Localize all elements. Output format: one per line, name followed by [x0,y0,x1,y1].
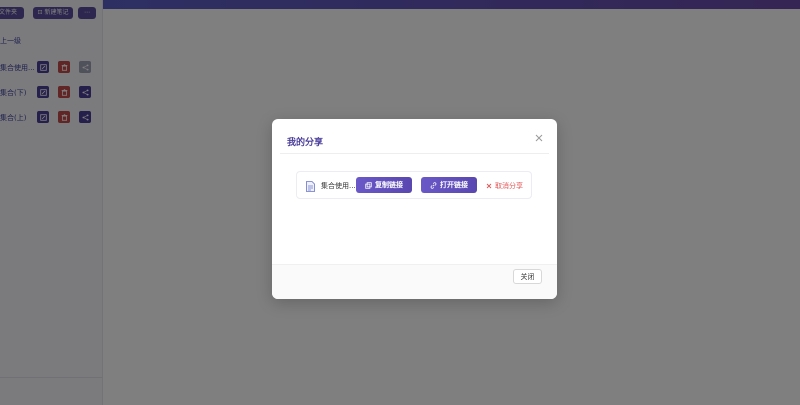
share-dialog: 我的分享 集合使用... 复制链接 打开链接 取消分享 关闭 [272,119,557,299]
link-icon [430,181,437,189]
share-item: 集合使用... 复制链接 打开链接 取消分享 [296,171,532,199]
share-item-name: 集合使用... [321,182,356,190]
dialog-title: 我的分享 [287,138,324,148]
dialog-footer: 关闭 [272,265,557,299]
copy-icon [365,181,372,189]
divider [280,153,549,154]
document-icon [306,181,315,192]
cancel-share-label: 取消分享 [495,182,523,190]
cancel-share-button[interactable]: 取消分享 [486,181,523,191]
open-link-label: 打开链接 [440,181,468,189]
close-icon[interactable] [533,129,545,142]
close-button[interactable]: 关闭 [513,269,542,284]
copy-link-button[interactable]: 复制链接 [356,177,412,193]
close-icon [486,183,492,189]
copy-link-label: 复制链接 [375,181,403,189]
open-link-button[interactable]: 打开链接 [421,177,477,193]
